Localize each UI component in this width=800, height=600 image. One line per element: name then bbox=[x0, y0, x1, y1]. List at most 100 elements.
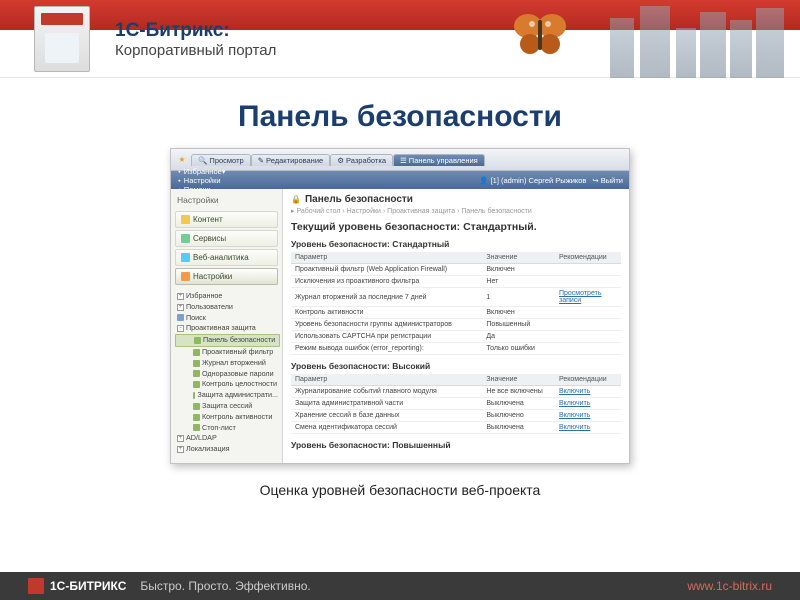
table-cell: Журналирование событий главного модуля bbox=[291, 386, 482, 398]
table-cell bbox=[555, 343, 621, 355]
table-cell: Защита административной части bbox=[291, 398, 482, 410]
tree-expand-icon[interactable]: + bbox=[177, 435, 184, 442]
table-cell: Выключена bbox=[482, 422, 555, 434]
table-row: Режим вывода ошибок (error_reporting):То… bbox=[291, 343, 621, 355]
page-title: Панель безопасности bbox=[0, 100, 800, 134]
tree-node[interactable]: Журнал вторжений bbox=[175, 358, 280, 369]
user-badge[interactable]: 👤 [1] (admin) Сергей Рыжиков bbox=[479, 176, 586, 185]
table-row: Проактивный фильтр (Web Application Fire… bbox=[291, 264, 621, 276]
section-heading: Уровень безопасности: Высокий bbox=[291, 361, 621, 371]
top-tab[interactable]: 🔍 Просмотр bbox=[191, 154, 251, 166]
section-heading: Уровень безопасности: Повышенный bbox=[291, 440, 621, 450]
butterfly-icon bbox=[510, 10, 570, 60]
tree-node[interactable]: +AD/LDAP bbox=[175, 433, 280, 444]
tree-node[interactable]: +Избранное bbox=[175, 291, 280, 302]
section-icon bbox=[181, 215, 190, 224]
tree-expand-icon[interactable]: + bbox=[177, 304, 184, 311]
tree-node[interactable]: Контроль активности bbox=[175, 412, 280, 423]
tree-node[interactable]: Стоп-лист bbox=[175, 423, 280, 434]
sidebar-title: Настройки bbox=[171, 193, 282, 209]
lock-icon: 🔒 bbox=[291, 195, 301, 204]
table-cell[interactable]: Включить bbox=[555, 422, 621, 434]
table-cell: Нет bbox=[482, 276, 555, 288]
brand-subtitle: Корпоративный портал bbox=[115, 42, 276, 59]
table-cell bbox=[555, 264, 621, 276]
tree-item-icon bbox=[194, 337, 201, 344]
table-cell[interactable]: Включить bbox=[555, 386, 621, 398]
tree-node[interactable]: +Пользователи bbox=[175, 302, 280, 313]
tree-node[interactable]: +Локализация bbox=[175, 444, 280, 455]
tree-item-icon bbox=[193, 370, 200, 377]
slide-header: 1С-Битрикс: Корпоративный портал bbox=[0, 0, 800, 78]
breadcrumb[interactable]: ▸ Рабочий стол › Настройки › Проактивная… bbox=[291, 207, 621, 215]
footer-tagline: Быстро. Просто. Эффективно. bbox=[140, 579, 310, 593]
table-row: Уровень безопасности группы администрато… bbox=[291, 319, 621, 331]
tree-expand-icon[interactable]: - bbox=[177, 325, 184, 332]
sidebar: Настройки Контент Сервисы Веб-аналитика Нас… bbox=[171, 189, 283, 463]
table-cell: Повышенный bbox=[482, 319, 555, 331]
sidebar-section-button[interactable]: Сервисы bbox=[175, 230, 278, 247]
panel-title: Панель безопасности bbox=[305, 194, 413, 205]
tree-node[interactable]: Защита администрати... bbox=[175, 390, 280, 401]
table-row: Смена идентификатора сессийВыключенаВклю… bbox=[291, 422, 621, 434]
tree-expand-icon[interactable]: + bbox=[177, 446, 184, 453]
tree-item-icon bbox=[193, 424, 200, 431]
table-cell[interactable]: Включить bbox=[555, 398, 621, 410]
tree-node[interactable]: Одноразовые пароли bbox=[175, 369, 280, 380]
table-cell: Журнал вторжений за последние 7 дней bbox=[291, 288, 482, 307]
table-cell bbox=[555, 307, 621, 319]
footer-logo-icon bbox=[28, 578, 44, 594]
section-icon bbox=[181, 253, 190, 262]
table-row: Исключения из проактивного фильтраНет bbox=[291, 276, 621, 288]
tree-node[interactable]: Контроль целостности bbox=[175, 379, 280, 390]
params-table: ПараметрЗначениеРекомендацииПроактивный … bbox=[291, 252, 621, 355]
table-header: Рекомендации bbox=[555, 374, 621, 386]
current-level-heading: Текущий уровень безопасности: Стандартны… bbox=[291, 221, 621, 233]
main-panel: 🔒 Панель безопасности ▸ Рабочий стол › Н… bbox=[283, 189, 629, 463]
sidebar-section-button[interactable]: Настройки bbox=[175, 268, 278, 285]
sidebar-section-button[interactable]: Веб-аналитика bbox=[175, 249, 278, 266]
top-tab[interactable]: ✎ Редактирование bbox=[251, 154, 331, 166]
table-cell: Хранение сессий в базе данных bbox=[291, 410, 482, 422]
logout-link[interactable]: ↪ Выйти bbox=[592, 176, 623, 185]
favorite-star-icon[interactable]: ★ bbox=[175, 153, 189, 167]
table-cell: Выключено bbox=[482, 410, 555, 422]
table-header: Значение bbox=[482, 374, 555, 386]
table-row: Защита административной частиВыключенаВк… bbox=[291, 398, 621, 410]
tree-node[interactable]: -Проактивная защита bbox=[175, 323, 280, 334]
table-cell: Не все включены bbox=[482, 386, 555, 398]
table-cell: Смена идентификатора сессий bbox=[291, 422, 482, 434]
table-header: Параметр bbox=[291, 374, 482, 386]
tree-item-icon bbox=[193, 414, 200, 421]
top-tab[interactable]: ☰ Панель управления bbox=[393, 154, 485, 166]
tree-node[interactable]: Поиск bbox=[175, 313, 280, 324]
sidebar-section-button[interactable]: Контент bbox=[175, 211, 278, 228]
tree-node[interactable]: Панель безопасности bbox=[175, 334, 280, 347]
table-cell: 1 bbox=[482, 288, 555, 307]
table-cell[interactable]: Просмотреть записи bbox=[555, 288, 621, 307]
tree-item-icon bbox=[193, 403, 200, 410]
toolbar-item[interactable]: ⋆ Настройки bbox=[177, 176, 226, 185]
table-cell[interactable]: Включить bbox=[555, 410, 621, 422]
table-cell: Да bbox=[482, 331, 555, 343]
top-tab[interactable]: ⚙ Разработка bbox=[330, 154, 393, 166]
product-box-art bbox=[34, 6, 90, 72]
brand-block: 1С-Битрикс: Корпоративный портал bbox=[115, 20, 276, 59]
tree-node[interactable]: Защита сессий bbox=[175, 401, 280, 412]
params-table: ПараметрЗначениеРекомендацииЖурналирован… bbox=[291, 374, 621, 434]
tree-node[interactable]: Проактивный фильтр bbox=[175, 347, 280, 358]
brand-title: 1С-Битрикс: bbox=[115, 20, 276, 42]
table-row: Контроль активностиВключен bbox=[291, 307, 621, 319]
table-cell bbox=[555, 319, 621, 331]
tree-expand-icon[interactable]: + bbox=[177, 293, 184, 300]
toolbar-item[interactable]: ⋆ Избранное▾ bbox=[177, 167, 226, 176]
secondary-toolbar: ⋆ Избранное▾⋆ Настройки⋆ Помощь 👤 [1] (a… bbox=[171, 171, 629, 189]
slide-caption: Оценка уровней безопасности веб-проекта bbox=[0, 482, 800, 498]
table-cell: Режим вывода ошибок (error_reporting): bbox=[291, 343, 482, 355]
footer-url[interactable]: www.1c-bitrix.ru bbox=[687, 579, 772, 593]
table-row: Использовать CAPTCHA при регистрацииДа bbox=[291, 331, 621, 343]
table-cell bbox=[555, 331, 621, 343]
table-header: Значение bbox=[482, 252, 555, 264]
embedded-screenshot: ★ 🔍 Просмотр✎ Редактирование⚙ Разработка… bbox=[170, 148, 630, 464]
table-row: Журналирование событий главного модуляНе… bbox=[291, 386, 621, 398]
